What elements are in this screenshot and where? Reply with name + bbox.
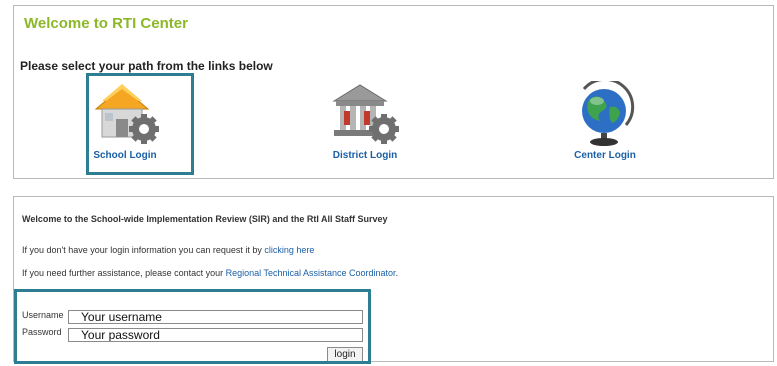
- request-text: If you don't have your login information…: [22, 245, 265, 255]
- page-title: Welcome to RTI Center: [24, 15, 188, 32]
- assist-line: If you need further assistance, please c…: [22, 268, 398, 278]
- request-login-link[interactable]: clicking here: [264, 245, 314, 255]
- district-building-gear-icon: [330, 81, 400, 152]
- district-login-label: District Login: [332, 150, 398, 161]
- center-login-label: Center Login: [574, 150, 636, 161]
- request-line: If you don't have your login information…: [22, 245, 314, 255]
- district-login-link[interactable]: District Login: [285, 73, 445, 169]
- path-prompt: Please select your path from the links b…: [20, 59, 273, 73]
- login-form-highlight: [14, 289, 371, 364]
- globe-icon: [570, 77, 640, 152]
- intro-text: Welcome to the School-wide Implementatio…: [22, 214, 388, 224]
- coordinator-link[interactable]: Regional Technical Assistance Coordinato…: [226, 268, 396, 278]
- school-login-highlight: [86, 73, 194, 175]
- assist-text: If you need further assistance, please c…: [22, 268, 226, 278]
- assist-end: .: [395, 268, 399, 278]
- center-login-link[interactable]: Center Login: [525, 73, 685, 169]
